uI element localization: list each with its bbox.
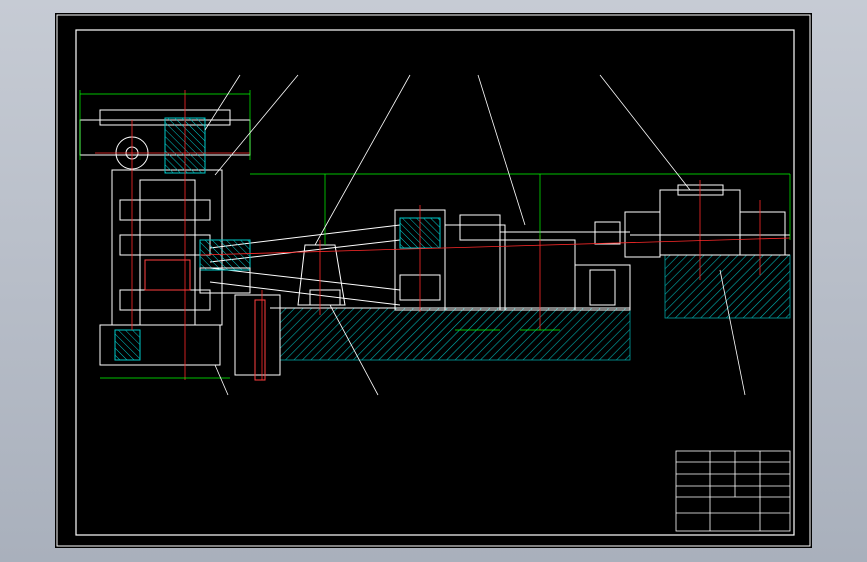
spindles [199, 224, 401, 306]
pinion-stand [394, 209, 506, 311]
main-motor [624, 184, 790, 258]
rolling-mill-assembly-drawing [56, 14, 811, 547]
cad-viewer [0, 0, 867, 562]
title-block [675, 450, 791, 532]
gearbox [499, 221, 631, 311]
foundation [270, 254, 791, 361]
